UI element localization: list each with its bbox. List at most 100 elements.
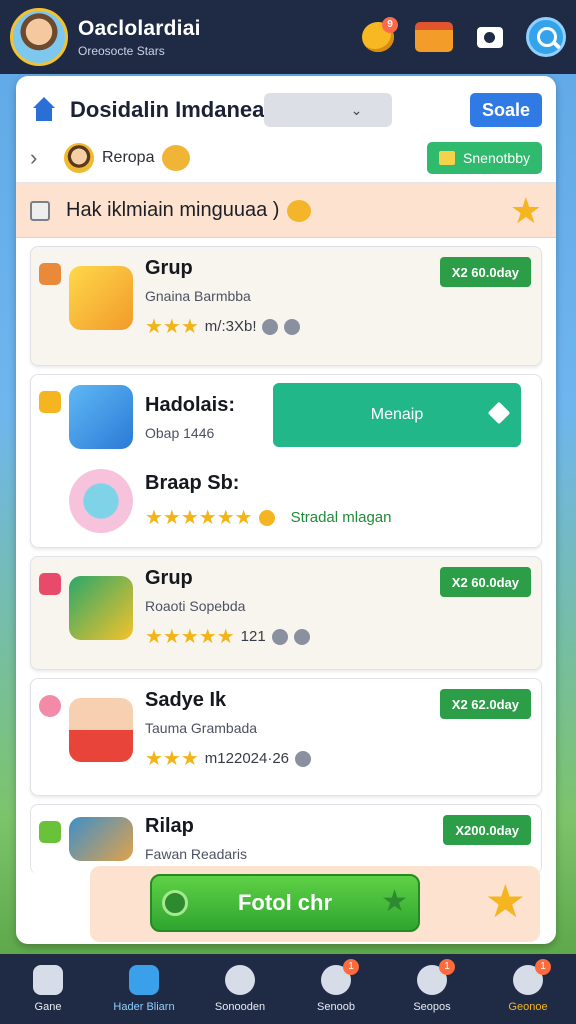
- duration-tag[interactable]: X2 62.0day: [439, 689, 531, 719]
- cube-icon: [39, 263, 61, 285]
- chevron-down-icon: ⌄: [350, 101, 363, 118]
- gold-bar-thumbnail: [69, 576, 133, 640]
- rating-text: m122024·26: [204, 750, 290, 767]
- item-subtitle: Tauma Grambada: [145, 720, 258, 736]
- nav-label: Seopos: [413, 1001, 451, 1013]
- rating-text: m/:3Xb!: [204, 318, 257, 335]
- play-button-label: Fotol chr: [237, 890, 333, 915]
- action-area: Fotol chr ★ ★: [90, 866, 540, 942]
- star-rating: ★★★★★★: [145, 507, 253, 529]
- nav-label: Gane: [34, 1001, 62, 1013]
- scale-button[interactable]: Soale: [469, 93, 542, 127]
- nav-label: Geonoe: [508, 1001, 548, 1013]
- star-icon[interactable]: ★: [510, 192, 542, 229]
- ticket-icon: [439, 151, 456, 165]
- nav-item-seopos[interactable]: 1 Seopos: [387, 959, 477, 1013]
- character-thumbnail: [69, 698, 133, 762]
- open-button-label: Menaip: [370, 406, 424, 423]
- home-icon: [33, 965, 63, 995]
- user-icon: [271, 628, 288, 645]
- status-text: Stradal mlagan: [290, 509, 392, 526]
- grid-icon: [129, 965, 159, 995]
- gear-icon: [162, 890, 188, 916]
- scale-label: Soale: [481, 99, 530, 120]
- coin-stack-icon: [295, 750, 312, 767]
- promo-banner[interactable]: Hak iklmiain minguuaa ) ★: [16, 184, 556, 238]
- chest-thumbnail: [69, 816, 133, 861]
- nav-label: Senoob: [317, 1001, 355, 1013]
- gift-box-icon: [415, 22, 453, 52]
- list-item[interactable]: Rilap Fawan Readaris X200.0day: [30, 804, 542, 874]
- app-titles: Oaclolardiai Oreosocte Stars: [78, 17, 342, 58]
- nav-item-geonoe[interactable]: 1 Geonoe: [483, 959, 573, 1013]
- list-item[interactable]: Grup Gnaina Barmbba ★★★ m/:3Xb! X2 60.0d…: [30, 246, 542, 366]
- search-button[interactable]: [526, 17, 566, 57]
- green-chip-button[interactable]: Snenotbby: [427, 142, 542, 174]
- edit-icon: [487, 401, 511, 425]
- coin-icon: [287, 199, 312, 222]
- gift-badge-icon: [39, 573, 61, 595]
- home-icon[interactable]: [30, 97, 58, 123]
- user-icon: [262, 318, 279, 335]
- item-title: Braap Sb:: [145, 472, 240, 494]
- nav-label: Hader Bliarn: [113, 1001, 175, 1013]
- item-list: Grup Gnaina Barmbba ★★★ m/:3Xb! X2 60.0d…: [16, 238, 556, 874]
- star-rating: ★★★★★: [145, 626, 235, 648]
- region-avatar: [64, 143, 94, 173]
- chevron-right-icon[interactable]: ›: [30, 145, 56, 171]
- page-title: Dosidalin Imdanea: [70, 97, 265, 122]
- main-panel: Dosidalin Imdanea ⌄ Soale › Reropa Sneno…: [16, 76, 556, 944]
- profile-avatar[interactable]: [10, 8, 68, 66]
- list-item[interactable]: Hadolais: Obap 1446 Menaip Braap Sb: ★★★…: [30, 374, 542, 548]
- puzzle-badge-icon: [39, 821, 61, 843]
- coin-stack-icon: [293, 628, 310, 645]
- nav-item-sonooden[interactable]: Sonooden: [195, 965, 285, 1013]
- notification-badge: 1: [535, 959, 551, 975]
- leaf-thumbnail: [69, 469, 133, 533]
- top-bar: Oaclolardiai Oreosocte Stars 9: [0, 0, 576, 74]
- duration-tag[interactable]: X2 60.0day: [439, 567, 531, 597]
- star-badge-icon: [39, 391, 61, 413]
- checkmark-icon: [225, 965, 255, 995]
- item-subtitle: Roaoti Sopebda: [145, 598, 246, 614]
- green-chip-label: Snenotbby: [463, 150, 530, 166]
- piggy-bank-icon: [162, 145, 191, 171]
- candy-badge-icon: [39, 695, 61, 717]
- coin-stack-icon: [284, 318, 301, 335]
- app-subtitle: Oreosocte Stars: [78, 43, 165, 58]
- open-button[interactable]: Menaip: [273, 383, 521, 447]
- bell-icon: [258, 509, 275, 526]
- star-rating: ★★★: [145, 316, 199, 338]
- camera-button[interactable]: [470, 17, 510, 57]
- nav-label: Sonooden: [214, 1001, 266, 1013]
- nav-item-header[interactable]: Hader Bliarn: [99, 965, 189, 1013]
- coins-button[interactable]: 9: [358, 17, 398, 57]
- duration-tag[interactable]: X200.0day: [443, 815, 531, 845]
- star-icon: ★: [381, 885, 408, 918]
- gift-thumbnail: [69, 266, 133, 330]
- play-button[interactable]: Fotol chr ★: [150, 874, 420, 932]
- list-item[interactable]: Sadye Ik Tauma Grambada ★★★ m122024·26 X…: [30, 678, 542, 796]
- bottom-nav: Gane Hader Bliarn Sonooden 1 Senoob 1 Se…: [0, 954, 576, 1024]
- nav-item-game[interactable]: Gane: [3, 965, 93, 1013]
- notification-badge: 9: [382, 17, 398, 33]
- nav-item-senoob[interactable]: 1 Senoob: [291, 959, 381, 1013]
- item-subtitle: Fawan Readaris: [145, 846, 247, 862]
- filter-dropdown[interactable]: ⌄: [264, 93, 393, 127]
- header-card: Dosidalin Imdanea ⌄ Soale › Reropa Sneno…: [16, 76, 556, 184]
- camera-icon: [477, 26, 503, 48]
- item-subtitle: Gnaina Barmbba: [145, 288, 251, 304]
- rating-text: 121: [240, 628, 266, 645]
- notification-badge: 1: [343, 959, 359, 975]
- banner-text: Hak iklmiain minguuaa ): [66, 199, 280, 221]
- app-title: Oaclolardiai: [78, 16, 201, 40]
- search-icon: [526, 17, 566, 57]
- star-rating: ★★★: [145, 748, 199, 770]
- list-item[interactable]: Grup Roaoti Sopebda ★★★★★ 121 X2 60.0day: [30, 556, 542, 670]
- region-label: Reropa: [102, 149, 155, 166]
- notification-badge: 1: [439, 959, 455, 975]
- banner-checkbox[interactable]: [30, 200, 50, 221]
- reward-star-icon[interactable]: ★: [485, 878, 526, 924]
- gift-box-button[interactable]: [414, 17, 454, 57]
- duration-tag[interactable]: X2 60.0day: [439, 257, 531, 287]
